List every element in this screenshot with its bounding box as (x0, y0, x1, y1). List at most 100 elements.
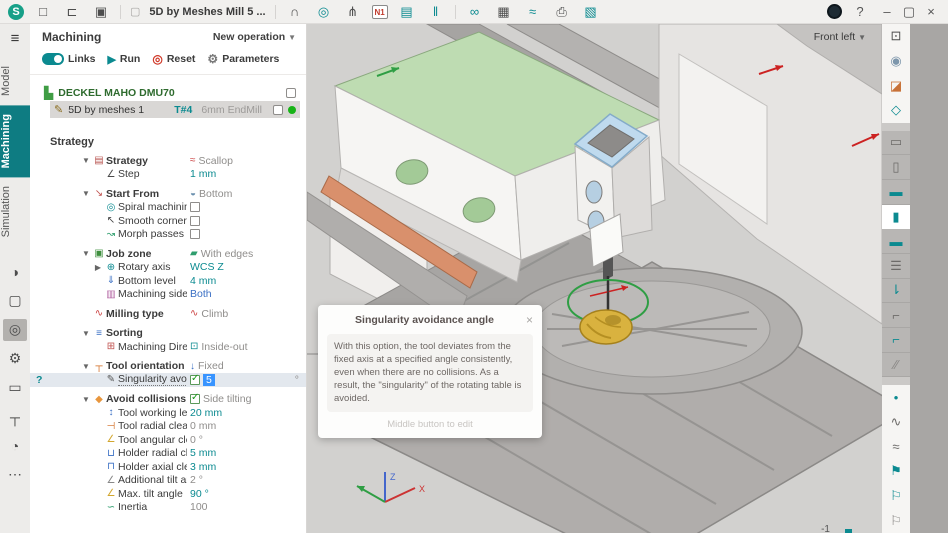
view-orientation-dropdown[interactable]: Front left ▼ (814, 31, 866, 43)
stock-outline-icon[interactable]: ▯ (882, 155, 910, 180)
checkbox-checked[interactable] (190, 394, 200, 404)
param-value[interactable]: 20 mm (190, 407, 222, 419)
param-value[interactable]: Scallop (199, 155, 233, 167)
checkbox-unchecked[interactable] (190, 202, 200, 212)
param-value[interactable]: 4 mm (190, 275, 216, 287)
fit-view-icon[interactable]: ⊡ (882, 24, 910, 49)
tab-simulation[interactable]: Simulation (0, 177, 30, 246)
viewport-3d[interactable]: Front left ▼ (307, 24, 882, 533)
postprocess-box-icon[interactable]: ▧ (581, 4, 601, 20)
chevron-open-icon[interactable]: ▼ (80, 362, 92, 371)
param-row-milling-type[interactable]: ∿Milling type∿Climb (30, 307, 306, 321)
chevron-open-icon[interactable]: ▼ (80, 395, 92, 404)
user-avatar[interactable] (827, 4, 842, 19)
minimize-button[interactable]: – (878, 4, 896, 19)
time-gauge-icon[interactable]: ◔ (3, 435, 27, 457)
param-value[interactable]: Both (190, 288, 212, 300)
param-value[interactable]: WCS Z (190, 261, 224, 273)
param-row-start-from[interactable]: ▼↘Start From◒Bottom (30, 187, 306, 201)
param-value[interactable]: Climb (201, 308, 228, 320)
param-row-holder-radial-cleara[interactable]: ⊔Holder radial cleara5 mm (30, 447, 306, 461)
save-icon[interactable]: ▣ (91, 4, 111, 20)
tool-library-icon[interactable]: ‖ (426, 4, 446, 19)
statistics-icon[interactable]: ≈ (523, 4, 543, 19)
param-row-machining-side[interactable]: ▥Machining sideBoth (30, 288, 306, 302)
mesh-sphere-icon[interactable]: ◉ (882, 49, 910, 74)
param-value[interactable]: 5 mm (190, 447, 216, 459)
chevron-collapsed-icon[interactable]: ▶ (92, 263, 104, 272)
setup-workpiece-icon[interactable]: ⋔ (343, 4, 363, 20)
close-button[interactable]: × (922, 4, 940, 19)
curve-icon[interactable]: ∿ (882, 410, 910, 435)
checkbox-checked[interactable] (190, 375, 200, 385)
flag-filled-icon[interactable]: ⚑ (882, 459, 910, 484)
param-row-avoid-collisions[interactable]: ▼◆Avoid collisionsSide tilting (30, 393, 306, 407)
chevron-open-icon[interactable]: ▼ (80, 156, 92, 165)
machine-tree-row[interactable]: ▙ DECKEL MAHO DMU70 (40, 85, 300, 101)
links-toggle[interactable]: Links (42, 53, 95, 65)
param-row-singularity-avoidanc[interactable]: ?✎Singularity avoidanc5° (30, 373, 306, 387)
link-nodes-icon[interactable]: ∞ (465, 4, 485, 19)
param-row-tool-working-length[interactable]: ↕Tool working length20 mm (30, 406, 306, 420)
project-checkbox-icon[interactable]: ▢ (130, 5, 140, 18)
shading-sphere-icon[interactable]: ◑ (3, 261, 27, 283)
param-row-tool-angular-clearar[interactable]: ∠Tool angular clearar0 ° (30, 433, 306, 447)
param-value[interactable]: 90 ° (190, 488, 209, 500)
waves-icon[interactable]: ≈ (882, 434, 910, 459)
tool-drill-icon[interactable]: ⇂ (882, 279, 910, 304)
face-select-icon[interactable]: ◪ (882, 73, 910, 98)
cube-faces-icon[interactable]: ◇ (882, 98, 910, 123)
chevron-open-icon[interactable]: ▼ (80, 249, 92, 258)
param-value[interactable]: 5 (203, 374, 215, 386)
measure-icon[interactable]: ◎ (314, 4, 334, 20)
param-row-job-zone[interactable]: ▼▣Job zone▰With edges (30, 247, 306, 261)
param-row-max-tilt-angle[interactable]: ∠Max. tilt angle90 ° (30, 487, 306, 501)
param-row-inertia[interactable]: ∽Inertia100 (30, 501, 306, 515)
stock-box-icon[interactable]: ▭ (882, 131, 910, 156)
flag-outline-icon[interactable]: ⚐ (882, 484, 910, 509)
param-row-morph-passes[interactable]: ↝Morph passes (30, 228, 306, 242)
stock-part-icon[interactable]: ▬ (882, 180, 910, 205)
navigation-compass-icon[interactable]: ◎ (3, 319, 27, 341)
param-row-step[interactable]: ∠Step1 mm (30, 168, 306, 182)
param-row-tool-orientation[interactable]: ▼┬Tool orientation↓Fixed (30, 360, 306, 374)
param-row-sorting[interactable]: ▼≡Sorting (30, 327, 306, 341)
open-folder-icon[interactable]: ⊏ (62, 4, 82, 20)
param-row-strategy[interactable]: ▼▤Strategy≈Scallop (30, 154, 306, 168)
param-value[interactable]: 3 mm (190, 461, 216, 473)
param-value[interactable]: 100 (190, 501, 208, 513)
chevron-open-icon[interactable]: ▼ (80, 189, 92, 198)
help-button[interactable]: ? (851, 4, 869, 19)
gcode-n1-icon[interactable]: N1 (372, 5, 388, 19)
param-value[interactable]: Bottom (199, 188, 232, 200)
machine-checkbox[interactable] (286, 88, 296, 98)
param-value[interactable]: Side tilting (203, 393, 251, 405)
checkbox-unchecked[interactable] (190, 216, 200, 226)
param-row-holder-axial-clearan[interactable]: ⊓Holder axial clearan3 mm (30, 460, 306, 474)
param-row-spiral-machining[interactable]: ◎Spiral machining (30, 201, 306, 215)
probe-tool-icon[interactable]: ┬ (3, 406, 27, 428)
app-logo[interactable]: S (8, 4, 24, 20)
settings-gear-icon[interactable]: ⚙ (3, 348, 27, 370)
new-document-icon[interactable]: □ (33, 4, 53, 19)
machine-bed-icon[interactable]: ▭ (3, 377, 27, 399)
param-value[interactable]: Inside-out (201, 341, 247, 353)
stock-layers-icon[interactable]: ☰ (882, 254, 910, 279)
param-row-smooth-corners[interactable]: ↖Smooth corners (30, 214, 306, 228)
magnet-snap-icon[interactable]: ∩ (285, 4, 305, 19)
operation-tree-row[interactable]: ✎ 5D by meshes 1 T#4 6mm EndMill (50, 101, 300, 118)
hatch-section-icon[interactable]: ∕∕ (882, 353, 910, 378)
operation-checkbox[interactable] (273, 105, 283, 115)
calculator-icon[interactable]: ▦ (494, 4, 514, 20)
more-options-icon[interactable]: ⋯ (3, 464, 27, 486)
checkbox-unchecked[interactable] (190, 229, 200, 239)
param-value[interactable]: 2 ° (190, 474, 203, 486)
param-row-bottom-level[interactable]: ⇓Bottom level4 mm (30, 274, 306, 288)
param-value[interactable]: Fixed (198, 360, 224, 372)
param-row-tool-radial-clearanc[interactable]: ⊣Tool radial clearanc0 mm (30, 420, 306, 434)
stock-cylinder-icon[interactable]: ▮ (882, 205, 910, 230)
param-value[interactable]: With edges (201, 248, 254, 260)
parameters-button[interactable]: ⚙ Parameters (207, 52, 279, 66)
chevron-open-icon[interactable]: ▼ (80, 329, 92, 338)
param-row-additional-tilt-angle[interactable]: ∠Additional tilt angle2 ° (30, 474, 306, 488)
